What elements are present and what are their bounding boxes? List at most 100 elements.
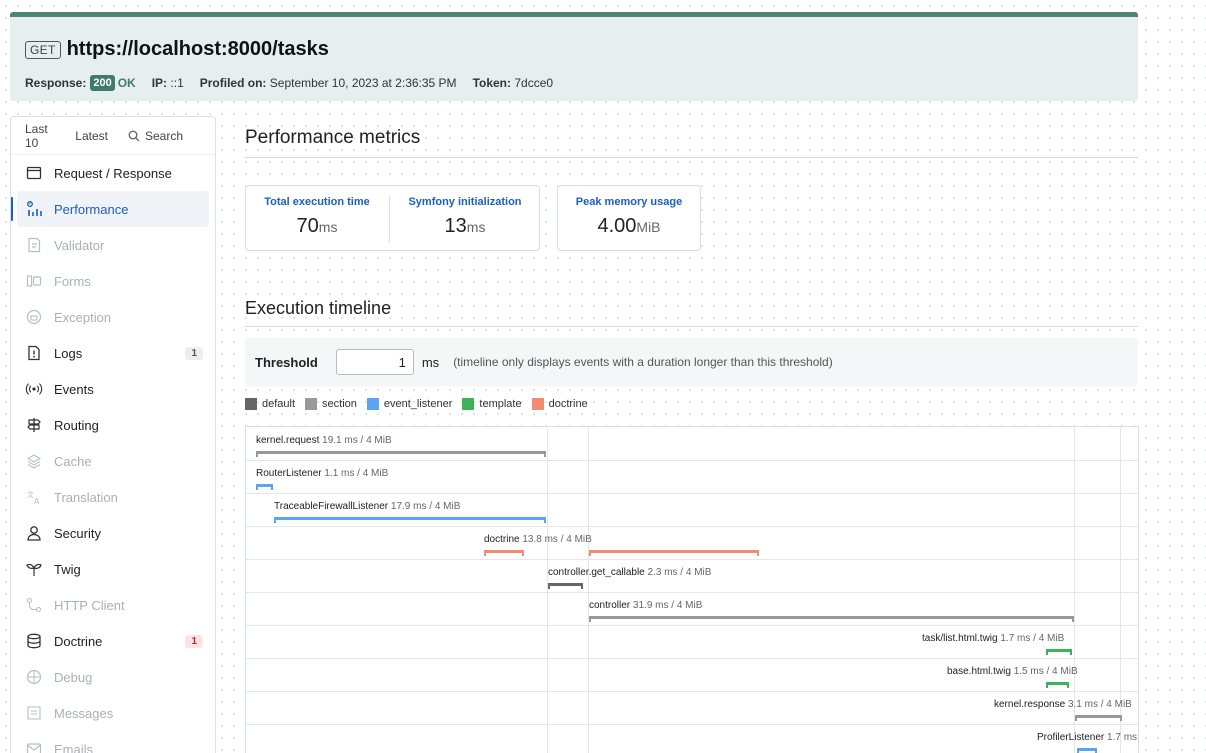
legend-swatch (305, 398, 318, 410)
sidebar-item-routing[interactable]: Routing (11, 407, 215, 443)
timeline-event-stat: 1.7 ms / 4 MiB (1000, 633, 1065, 644)
timeline-bar-template[interactable] (1046, 682, 1069, 688)
legend-label: default (262, 398, 296, 410)
tab-last-10[interactable]: Last 10 (25, 122, 59, 150)
legend-item-template[interactable]: template (462, 398, 522, 410)
legend-item-default[interactable]: default (245, 398, 295, 410)
timeline-bar-event-listener[interactable] (274, 517, 546, 523)
token-value[interactable]: 7dcce0 (514, 76, 553, 90)
sidebar-item-label: Request / Response (54, 165, 172, 181)
execution-metrics-card: Total execution time 70ms Symfony initia… (245, 185, 540, 251)
timeline-bar-event-listener[interactable] (256, 484, 273, 490)
timeline-event-label: base.html.twig 1.5 ms / 4 MiB (947, 666, 1078, 677)
threshold-help: (timeline only displays events with a du… (453, 355, 833, 369)
translation-icon: 文A (25, 488, 43, 506)
timeline-event-stat: 2.3 ms / 4 MiB (647, 567, 712, 578)
routing-icon (25, 416, 43, 434)
http-client-icon (25, 596, 43, 614)
timeline-event-name: controller.get_callable (548, 567, 645, 578)
timeline-bar-doctrine[interactable] (589, 550, 759, 556)
timeline-bar-default[interactable] (548, 583, 583, 589)
metric-label: Peak memory usage (575, 196, 683, 208)
timeline-row-divider (246, 460, 1138, 461)
timeline-event-stat: 13.8 ms / 4 MiB (522, 534, 592, 545)
request-summary: GET https://localhost:8000/tasks Respons… (10, 12, 1138, 101)
timeline-bar-section[interactable] (256, 451, 546, 457)
cache-icon (25, 452, 43, 470)
http-method-badge: GET (25, 40, 61, 59)
legend-label: section (322, 398, 357, 410)
timeline-event-name: ProfilerListener (1037, 732, 1105, 743)
timeline-row-divider (246, 592, 1138, 593)
sidebar-item-security[interactable]: Security (11, 515, 215, 551)
exception-icon (25, 308, 43, 326)
tab-latest[interactable]: Latest (75, 129, 108, 143)
timeline-event-stat: 1.7 ms / 4 MiB (1107, 732, 1138, 743)
threshold-form: Threshold ms (timeline only displays eve… (245, 338, 1138, 386)
timeline-event-name: kernel.request (256, 435, 320, 446)
sidebar-item-request-response[interactable]: Request / Response (11, 155, 215, 191)
legend-item-section[interactable]: section (305, 398, 357, 410)
legend-item-event-listener[interactable]: event_listener (366, 398, 453, 410)
timeline-event-label: ProfilerListener 1.7 ms / 4 MiB (1037, 732, 1138, 743)
legend-item-doctrine[interactable]: doctrine (531, 398, 588, 410)
timeline-row-divider (246, 691, 1138, 692)
profiled-label: Profiled on: (199, 76, 267, 90)
timeline-event-label: controller.get_callable 2.3 ms / 4 MiB (548, 567, 711, 578)
sidebar-item-emails: Emails (11, 731, 215, 753)
sidebar-item-events[interactable]: Events (11, 371, 215, 407)
sidebar-item-debug: Debug (11, 659, 215, 695)
sidebar-item-label: Exception (54, 309, 112, 325)
title-divider (245, 157, 1138, 158)
performance-icon (25, 200, 43, 218)
metric-label: Total execution time (264, 196, 370, 208)
sidebar-item-label: Emails (54, 741, 94, 753)
metric-total-execution-time: Total execution time 70ms (246, 186, 388, 250)
timeline-bar-template[interactable] (1046, 649, 1072, 655)
timeline-bar-event-listener[interactable] (1077, 748, 1097, 753)
timeline-title-divider (245, 326, 1138, 327)
metric-unit: ms (466, 219, 486, 235)
sidebar-item-twig[interactable]: Twig (11, 551, 215, 587)
search-icon (128, 130, 140, 141)
timeline-event-stat: 3.1 ms / 4 MiB (1067, 699, 1132, 710)
sidebar-item-doctrine[interactable]: Doctrine 1 (11, 623, 215, 659)
threshold-input[interactable] (335, 349, 414, 375)
metric-unit: MiB (636, 219, 661, 235)
timeline-row-divider (246, 493, 1138, 494)
timeline-event-label: task/list.html.twig 1.7 ms / 4 MiB (922, 633, 1064, 644)
timeline-bar-doctrine[interactable] (484, 550, 524, 556)
sidebar-item-performance[interactable]: Performance (11, 191, 209, 227)
sidebar-item-validator: Validator (11, 227, 215, 263)
sidebar-item-cache: Cache (11, 443, 215, 479)
metric-value: 13 (444, 215, 467, 237)
legend-label: event_listener (383, 398, 453, 410)
sidebar-item-label: Cache (54, 453, 92, 469)
legend-swatch (245, 398, 257, 410)
search-label: Search (144, 128, 183, 143)
timeline-event-name: task/list.html.twig (922, 633, 998, 644)
timeline-event-label: kernel.request 19.1 ms / 4 MiB (256, 435, 392, 446)
sidebar-item-messages: Messages (11, 695, 215, 731)
metric-value-line: 4.00MiB (558, 215, 700, 238)
metric-unit: ms (318, 219, 338, 235)
doctrine-icon (25, 632, 43, 650)
timeline-row-divider (246, 625, 1138, 626)
sidebar-item-label: Doctrine (54, 633, 103, 649)
timeline-event-name: base.html.twig (947, 666, 1011, 677)
timeline-row-divider (246, 559, 1138, 560)
tab-search[interactable]: Search (128, 129, 199, 143)
sidebar-item-label: Messages (54, 705, 114, 721)
request-url[interactable]: https://localhost:8000/tasks (67, 38, 329, 61)
timeline-event-label: RouterListener 1.1 ms / 4 MiB (256, 468, 388, 479)
sidebar-item-http-client: HTTP Client (11, 587, 215, 623)
legend-label: doctrine (548, 398, 588, 410)
timeline-event-name: doctrine (484, 534, 520, 545)
metric-peak-memory-usage: Peak memory usage 4.00MiB (558, 186, 700, 250)
sidebar-item-logs[interactable]: Logs 1 (11, 335, 215, 371)
ip-label: IP: (151, 76, 168, 90)
debug-icon (25, 668, 43, 686)
sidebar-item-count-badge: 1 (185, 634, 203, 648)
timeline-bar-section[interactable] (589, 616, 1074, 622)
timeline-bar-section[interactable] (1075, 715, 1122, 721)
